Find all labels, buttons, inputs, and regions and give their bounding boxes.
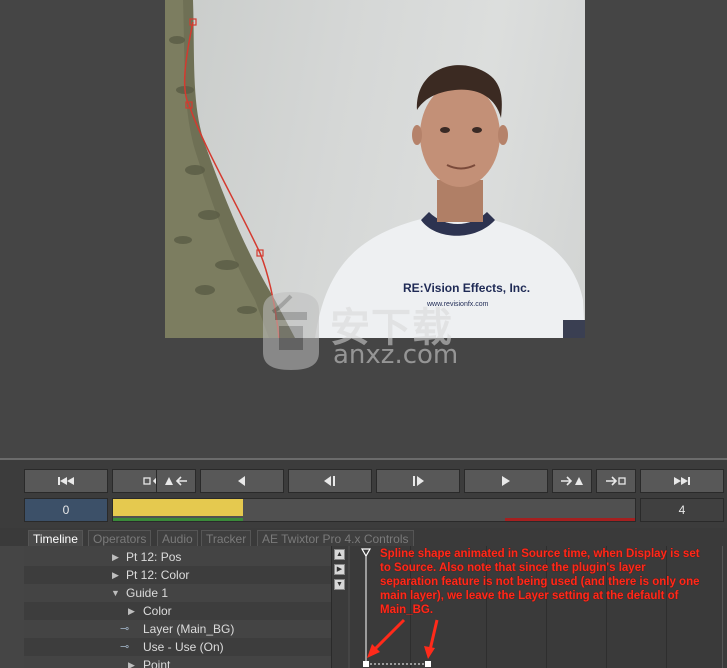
timeline-scrubber[interactable]	[112, 498, 636, 522]
tree-item-label: Use - Use (On)	[143, 640, 224, 654]
tree-item-label: Pt 12: Pos	[126, 550, 182, 564]
tree-item-label: Point	[143, 658, 171, 668]
scrubber-in-marker	[113, 518, 243, 521]
goto-start-button[interactable]	[24, 469, 108, 493]
play-reverse-button[interactable]	[200, 469, 284, 493]
mark-out-button[interactable]	[596, 469, 636, 493]
parameter-tree: ▶ Pt 12: Pos ▶ Pt 12: Color ▼ Guide 1 ▶ …	[24, 546, 332, 668]
tree-row[interactable]: ▶ Pt 12: Pos	[24, 548, 332, 566]
expand-arrow-icon[interactable]: ▶	[112, 566, 119, 584]
tree-row[interactable]: ▶ Point	[24, 656, 332, 668]
play-icon	[502, 476, 510, 486]
prev-keyframe-icon	[165, 476, 187, 486]
tree-row[interactable]: ▶ Color	[24, 602, 332, 620]
tree-row[interactable]: ⊸ Layer (Main_BG)	[24, 620, 332, 638]
video-frame: RE:Vision Effects, Inc. www.revisionfx.c…	[165, 0, 585, 338]
keyframe-marker[interactable]	[425, 661, 431, 667]
start-frame-field[interactable]: 0	[24, 498, 108, 522]
step-back-icon	[324, 476, 335, 486]
keyframe-marker[interactable]	[363, 661, 369, 667]
expand-arrow-icon[interactable]: ▶	[112, 548, 119, 566]
keyframe-toggle-icon[interactable]: ⊸	[120, 620, 129, 638]
panel-tabs: Timeline Operators Audio Tracker AE Twix…	[0, 528, 727, 546]
tree-scrollbar[interactable]: ▲ ▶ ▼	[331, 546, 348, 668]
scrubber-range-handle[interactable]	[113, 499, 243, 516]
skip-to-end-icon	[674, 477, 690, 485]
tree-row[interactable]: ▼ Guide 1	[24, 584, 332, 602]
annotation-note: Spline shape animated in Source time, wh…	[380, 548, 700, 616]
tab-tracker[interactable]: Tracker	[201, 530, 252, 546]
scroll-right-icon[interactable]: ▶	[334, 564, 345, 575]
tree-row[interactable]: ⊸ Use - Use (On)	[24, 638, 332, 656]
expand-arrow-icon[interactable]: ▶	[128, 602, 135, 620]
goto-end-button[interactable]	[640, 469, 724, 493]
step-forward-icon	[413, 476, 424, 486]
video-frame-image: RE:Vision Effects, Inc. www.revisionfx.c…	[165, 0, 585, 338]
tab-timeline[interactable]: Timeline	[28, 530, 83, 546]
collapse-arrow-icon[interactable]: ▼	[111, 584, 120, 602]
tree-item-label: Pt 12: Color	[126, 568, 190, 582]
tree-item-label: Guide 1	[126, 586, 169, 600]
timeline-graph[interactable]: Spline shape animated in Source time, wh…	[350, 546, 727, 668]
tree-row[interactable]: ▶ Pt 12: Color	[24, 566, 332, 584]
tab-ae-twixtor-controls[interactable]: AE Twixtor Pro 4.x Controls	[257, 530, 414, 546]
play-button[interactable]	[464, 469, 548, 493]
mark-out-icon	[606, 476, 626, 486]
scrubber-out-marker	[505, 518, 635, 521]
tab-audio[interactable]: Audio	[157, 530, 198, 546]
skip-to-start-icon	[58, 477, 74, 485]
expand-arrow-icon[interactable]: ▶	[128, 656, 135, 668]
watermark-subtext: anxz.com	[333, 340, 459, 370]
video-viewer[interactable]: RE:Vision Effects, Inc. www.revisionfx.c…	[0, 0, 727, 458]
scroll-down-icon[interactable]: ▼	[334, 579, 345, 590]
tree-item-label: Layer (Main_BG)	[143, 622, 235, 636]
scroll-up-icon[interactable]: ▲	[334, 549, 345, 560]
end-frame-field[interactable]: 4	[640, 498, 724, 522]
step-forward-button[interactable]	[376, 469, 460, 493]
step-back-button[interactable]	[288, 469, 372, 493]
play-reverse-icon	[238, 476, 245, 486]
prev-keyframe-button[interactable]	[156, 469, 196, 493]
tab-operators[interactable]: Operators	[88, 530, 152, 546]
next-keyframe-icon	[561, 476, 583, 486]
transport-controls: 0 4	[0, 460, 727, 528]
keyframe-toggle-icon[interactable]: ⊸	[120, 638, 129, 656]
next-keyframe-button[interactable]	[552, 469, 592, 493]
tree-item-label: Color	[143, 604, 172, 618]
